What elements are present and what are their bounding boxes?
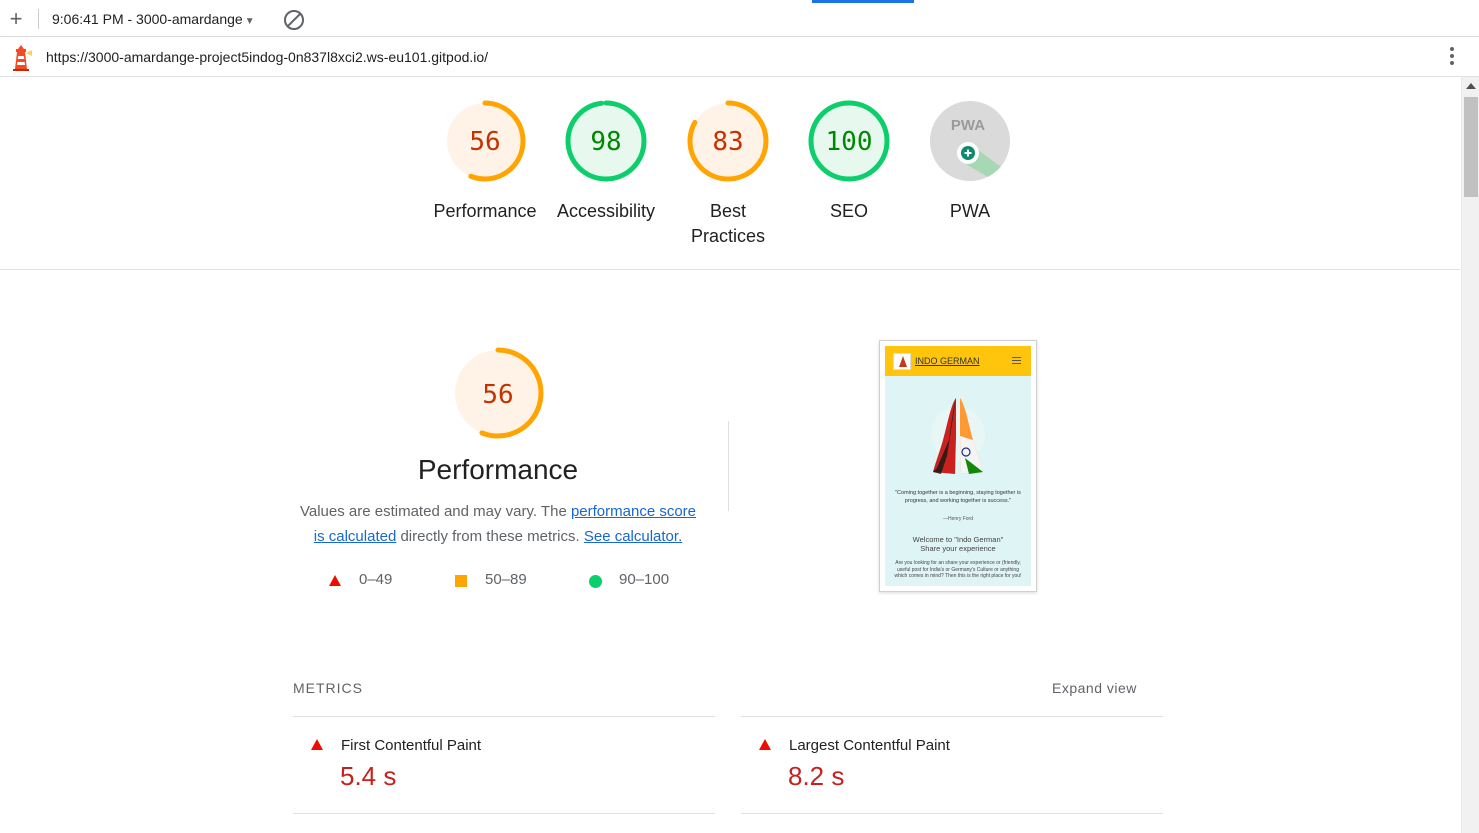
report-selector[interactable]: 9:06:41 PM - 3000-amardange ▼ <box>52 11 255 27</box>
gauge-label: PWA <box>949 201 991 221</box>
legend-range: 50–89 <box>485 571 527 588</box>
devtools-toolbar: + 9:06:41 PM - 3000-amardange ▼ <box>0 0 1479 37</box>
gauge-label: Accessibility <box>556 201 656 221</box>
metric-value: 5.4 s <box>340 761 397 791</box>
fail-triangle-icon <box>329 575 341 586</box>
gauge-accessibility[interactable]: 98 Accessibility <box>546 99 666 224</box>
metric-label: First Contentful Paint <box>341 737 482 754</box>
screenshot-header: INDO GERMAN <box>885 346 1031 376</box>
report-url[interactable]: https://3000-amardange-project5indog-0n8… <box>46 49 488 65</box>
performance-detail-gauge-icon: 56 <box>452 347 544 439</box>
lighthouse-logo-icon <box>13 45 32 71</box>
site-brand: INDO GERMAN <box>915 356 980 366</box>
description-text: directly from these metrics. <box>396 528 584 545</box>
fail-triangle-icon <box>311 739 323 750</box>
folded-hands-flag-icon <box>931 398 985 474</box>
best-practices-score: 83 <box>712 127 743 157</box>
performance-gauge-icon: 56 <box>444 100 526 182</box>
site-logo-icon <box>893 353 911 370</box>
gauge-seo[interactable]: 100 SEO <box>789 99 909 224</box>
toolbar-divider <box>38 9 39 29</box>
screenshot-quote-author: —Henry Ford <box>942 516 973 522</box>
report-selector-label: 9:06:41 PM - 3000-amardange <box>52 11 243 27</box>
performance-description: Values are estimated and may vary. The p… <box>296 499 700 549</box>
scrollbar-thumb[interactable] <box>1464 97 1478 197</box>
legend-range: 0–49 <box>359 571 393 588</box>
final-screenshot[interactable]: INDO GERMAN "Coming together is a beginn… <box>879 340 1037 592</box>
gauge-label: Performance <box>433 201 537 221</box>
performance-title: Performance <box>417 454 579 485</box>
metric-first-contentful-paint: First Contentful Paint 5.4 s <box>293 716 715 814</box>
dropdown-caret-icon: ▼ <box>244 16 255 27</box>
scroll-up-arrow-icon[interactable] <box>1466 83 1476 89</box>
active-tab-indicator <box>812 0 914 3</box>
metric-label: Largest Contentful Paint <box>789 737 950 754</box>
gauge-best-practices[interactable]: 83 Best Practices <box>668 99 788 249</box>
fail-triangle-icon <box>759 739 771 750</box>
pwa-badge-text: PWA <box>951 117 985 134</box>
legend-range: 90–100 <box>619 571 670 588</box>
screenshot-page: INDO GERMAN "Coming together is a beginn… <box>885 346 1031 586</box>
category-gauges: 56 Performance 98 Accessibility 83 Best … <box>0 77 1460 270</box>
screenshot-welcome: Welcome to "Indo German" Share your expe… <box>893 535 1023 553</box>
expand-view-button[interactable]: Expand view <box>1052 680 1137 696</box>
gauge-pwa[interactable]: PWA PWA <box>910 99 1030 224</box>
gauge-label: Best Practices <box>690 201 766 246</box>
more-options-icon[interactable] <box>1449 47 1455 67</box>
screenshot-quote: "Coming together is a beginning, staying… <box>895 490 1021 504</box>
gauge-performance[interactable]: 56 Performance <box>425 99 545 224</box>
divider <box>728 421 729 511</box>
welcome-line: Share your experience <box>920 544 996 553</box>
description-text: Values are estimated and may vary. The <box>299 503 571 520</box>
screenshot-body-text: Are you looking for an share your experi… <box>894 560 1022 579</box>
clear-icon[interactable] <box>284 10 304 30</box>
scrollbar[interactable] <box>1461 77 1479 833</box>
average-square-icon <box>455 575 467 587</box>
metric-largest-contentful-paint: Largest Contentful Paint 8.2 s <box>741 716 1163 814</box>
pass-circle-icon <box>589 575 602 588</box>
accessibility-gauge-icon: 98 <box>565 100 647 182</box>
best-practices-gauge-icon: 83 <box>687 100 769 182</box>
welcome-line: Welcome to "Indo German" <box>912 535 1004 544</box>
performance-score: 56 <box>469 127 500 157</box>
performance-detail-score: 56 <box>482 380 513 410</box>
hamburger-menu-icon <box>1012 357 1021 366</box>
metrics-header: METRICS <box>293 680 363 696</box>
report-url-bar: https://3000-amardange-project5indog-0n8… <box>0 37 1479 77</box>
metric-value: 8.2 s <box>788 761 845 791</box>
accessibility-score: 98 <box>590 127 621 157</box>
seo-score: 100 <box>826 127 873 157</box>
new-report-button[interactable]: + <box>6 8 26 30</box>
seo-gauge-icon: 100 <box>808 100 890 182</box>
see-calculator-link[interactable]: See calculator. <box>584 528 682 545</box>
pwa-badge-icon: PWA <box>930 101 1010 181</box>
gauge-label: SEO <box>829 201 868 221</box>
